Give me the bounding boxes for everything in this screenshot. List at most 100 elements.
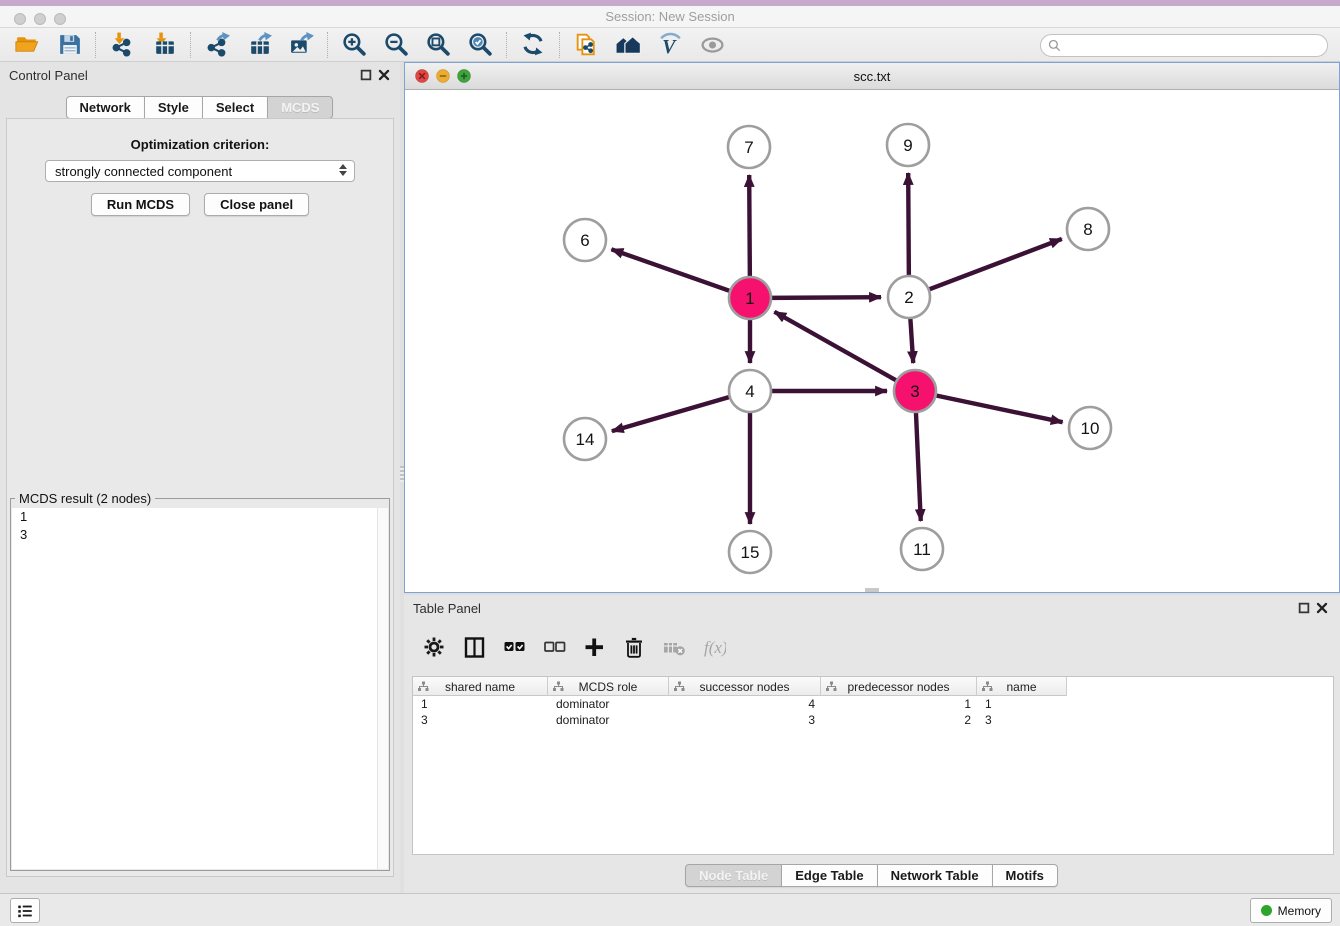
search-input[interactable]	[1066, 37, 1327, 55]
duplicate-network-button[interactable]	[565, 30, 607, 60]
toolbar-separator	[506, 32, 507, 58]
delete-table-icon	[662, 635, 686, 659]
network-window-titlebar[interactable]: scc.txt	[405, 63, 1339, 90]
column-header-label: successor nodes	[699, 680, 789, 694]
column-header-successor-nodes[interactable]: successor nodes	[669, 677, 821, 696]
canvas-resize-grip[interactable]	[865, 588, 879, 592]
graph-edge-4-14[interactable]	[612, 397, 730, 431]
deselect-all-button[interactable]	[538, 632, 570, 662]
import-table-button[interactable]	[143, 30, 185, 60]
zoom-out-icon	[383, 31, 410, 58]
tab-style[interactable]: Style	[144, 96, 203, 119]
graph-edge-1-7[interactable]	[749, 175, 750, 277]
graph-edge-2-9[interactable]	[908, 173, 909, 276]
table-toolbar: f(x)	[418, 631, 730, 663]
tab-node-table[interactable]: Node Table	[685, 864, 782, 887]
graph-edge-3-10[interactable]	[936, 395, 1063, 422]
tab-motifs[interactable]: Motifs	[992, 864, 1058, 887]
criterion-dropdown[interactable]: strongly connected component	[45, 160, 355, 182]
select-all-button[interactable]	[498, 632, 530, 662]
network-graph[interactable]: 7968124314101511	[405, 90, 1339, 592]
search-box[interactable]	[1040, 34, 1328, 57]
zoom-out-button[interactable]	[375, 30, 417, 60]
column-header-label: shared name	[445, 680, 515, 694]
mcds-result-area[interactable]: 13	[12, 508, 388, 869]
table-row[interactable]: 3dominator323	[413, 712, 1333, 728]
close-table-panel-icon[interactable]	[1316, 602, 1328, 614]
toggle-columns-button[interactable]	[458, 632, 490, 662]
main-content: Control Panel NetworkStyleSelectMCDS Opt…	[0, 62, 1340, 893]
node-table[interactable]: shared name MCDS role successor nodes prede…	[412, 676, 1334, 855]
table-body: 1dominator4113dominator323	[413, 696, 1333, 854]
export-image-icon	[288, 31, 315, 58]
export-network-button[interactable]	[196, 30, 238, 60]
memory-button[interactable]: Memory	[1250, 898, 1332, 923]
refresh-button[interactable]	[512, 30, 554, 60]
delete-row-button[interactable]	[618, 632, 650, 662]
show-panels-button[interactable]	[10, 898, 40, 923]
table-header-row: shared name MCDS role successor nodes prede…	[413, 677, 1067, 696]
close-panel-button[interactable]: Close panel	[204, 193, 309, 216]
column-header-predecessor-nodes[interactable]: predecessor nodes	[821, 677, 977, 696]
column-header-name[interactable]: name	[977, 677, 1067, 696]
table-cell: 4	[669, 696, 821, 712]
mcds-result-fieldset: MCDS result (2 nodes) 13	[10, 491, 390, 871]
tab-edge-table[interactable]: Edge Table	[781, 864, 877, 887]
table-tabs: Node TableEdge TableNetwork TableMotifs	[404, 864, 1340, 887]
zoom-selected-button[interactable]	[459, 30, 501, 60]
graph-node-label: 7	[744, 138, 753, 157]
zoom-in-icon	[341, 31, 368, 58]
table-cell: dominator	[548, 712, 669, 728]
export-image-button[interactable]	[280, 30, 322, 60]
mcds-tab-content: Optimization criterion: strongly connect…	[6, 118, 394, 877]
graph-node-label: 2	[904, 288, 913, 307]
tab-select[interactable]: Select	[202, 96, 268, 119]
table-row[interactable]: 1dominator411	[413, 696, 1333, 712]
export-table-button[interactable]	[238, 30, 280, 60]
graph-node-label: 4	[745, 382, 754, 401]
result-scrollbar[interactable]	[377, 508, 388, 869]
delete-row-icon	[622, 635, 646, 659]
first-neighbors-icon	[615, 31, 642, 58]
tab-mcds[interactable]: MCDS	[267, 96, 333, 119]
graph-edge-3-11[interactable]	[916, 412, 921, 521]
graph-node-label: 15	[741, 543, 760, 562]
add-row-button[interactable]	[578, 632, 610, 662]
run-mcds-button[interactable]: Run MCDS	[91, 193, 190, 216]
float-panel-icon[interactable]	[360, 69, 372, 81]
table-settings-icon	[422, 635, 446, 659]
export-table-icon	[246, 31, 273, 58]
open-session-button[interactable]	[6, 30, 48, 60]
graph-edge-2-3[interactable]	[910, 318, 913, 363]
column-sort-icon	[553, 681, 564, 692]
graph-edge-1-6[interactable]	[611, 249, 730, 291]
graph-edge-1-2[interactable]	[771, 297, 881, 298]
add-row-icon	[582, 635, 606, 659]
graph-edge-3-1[interactable]	[774, 312, 896, 381]
tab-network-table[interactable]: Network Table	[877, 864, 993, 887]
show-hide-graphics-button[interactable]	[691, 30, 733, 60]
tab-network[interactable]: Network	[66, 96, 145, 119]
import-network-icon	[109, 31, 136, 58]
save-session-icon	[56, 31, 83, 58]
import-network-button[interactable]	[101, 30, 143, 60]
zoom-in-button[interactable]	[333, 30, 375, 60]
close-panel-icon[interactable]	[378, 69, 390, 81]
table-settings-button[interactable]	[418, 632, 450, 662]
graph-edge-2-8[interactable]	[929, 239, 1062, 290]
zoom-fit-button[interactable]	[417, 30, 459, 60]
apply-style-button[interactable]: V	[649, 30, 691, 60]
graph-node-label: 9	[903, 136, 912, 155]
column-sort-icon	[418, 681, 429, 692]
column-header-shared-name[interactable]: shared name	[413, 677, 548, 696]
column-header-mcds-role[interactable]: MCDS role	[548, 677, 669, 696]
svg-text:V: V	[662, 36, 677, 58]
network-canvas[interactable]: 7968124314101511	[405, 90, 1339, 592]
save-session-button[interactable]	[48, 30, 90, 60]
show-hide-graphics-icon	[699, 31, 726, 58]
table-cell: 3	[669, 712, 821, 728]
network-view-title: scc.txt	[405, 69, 1339, 84]
application-window: Session: New Session V Control Panel Net…	[0, 0, 1340, 926]
first-neighbors-button[interactable]	[607, 30, 649, 60]
float-table-panel-icon[interactable]	[1298, 602, 1310, 614]
